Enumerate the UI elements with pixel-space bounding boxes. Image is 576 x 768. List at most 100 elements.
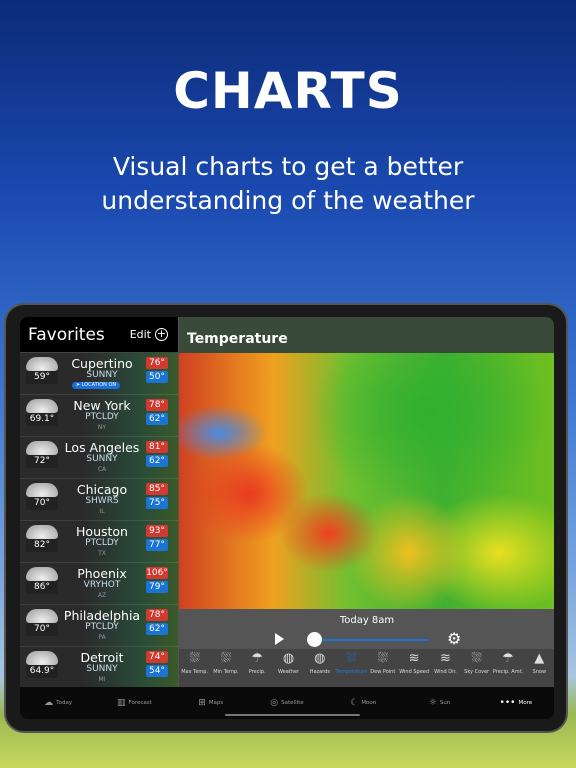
layer-button[interactable]: ⛆ Dew Point [367, 649, 398, 687]
layer-button[interactable]: ⛆ Sky Cover [461, 649, 492, 687]
favorites-title: Favorites [28, 324, 105, 345]
high-temp: 78° [146, 609, 168, 621]
city-row[interactable]: 70° Chicago SHWRS IL 85° 75° [20, 479, 178, 521]
city-row[interactable]: 72° Los Angeles SUNNY CA 81° 62° [20, 437, 178, 479]
city-name: Detroit [80, 650, 124, 665]
layer-button[interactable]: ☂ Precip. Amt. [492, 649, 523, 687]
city-row[interactable]: 59° Cupertino SUNNY ➤ LOCATION ON 76° 50… [20, 353, 178, 395]
layer-label: Precip. Amt. [492, 669, 524, 675]
snow-icon: ▲ [534, 651, 545, 666]
maps-icon: ⊞ [198, 698, 206, 708]
state: IL [99, 508, 105, 515]
city-list: 59° Cupertino SUNNY ➤ LOCATION ON 76° 50… [20, 353, 178, 689]
edit-label: Edit [129, 328, 151, 341]
wind-icon: ≋ [408, 651, 420, 666]
cloud-icon [26, 441, 58, 455]
tab-label: Forecast [128, 700, 152, 706]
current-temp: 64.9° [26, 665, 58, 678]
promo-subtitle: Visual charts to get a better understandi… [0, 150, 576, 218]
umbrella-icon: ☂ [251, 651, 264, 666]
map-icon: ⛆ [471, 651, 482, 666]
city-name: Chicago [76, 482, 128, 497]
play-icon[interactable] [275, 633, 284, 645]
high-temp: 74° [146, 651, 168, 663]
tab-sun[interactable]: ☼ Sun [401, 687, 477, 719]
cloud-icon [26, 609, 58, 623]
tab-label: Sun [439, 700, 451, 706]
current-temp: 59° [26, 371, 58, 384]
layer-label: Temperature [335, 669, 368, 675]
umbrella-icon: ☂ [502, 651, 514, 666]
state: PA [98, 634, 106, 641]
high-temp: 106° [146, 567, 168, 579]
low-temp: 54° [146, 665, 168, 677]
tab-label: Maps [208, 700, 224, 706]
more-icon: ••• [499, 698, 516, 708]
layer-button[interactable]: ⛆ Temperature [335, 649, 367, 687]
high-temp: 81° [146, 441, 168, 453]
slider-handle[interactable] [307, 632, 322, 647]
city-row[interactable]: 69.1° New York PTCLDY NY 78° 62° [20, 395, 178, 437]
condition: SHWRS [85, 496, 119, 506]
layer-label: Snow [532, 669, 547, 675]
chart-title: Temperature [179, 317, 554, 353]
layer-button[interactable]: ▲ Snow [524, 649, 554, 687]
wind-icon: ≋ [439, 651, 451, 666]
layer-button[interactable]: ◍ Hazards [304, 649, 335, 687]
today-icon: ☁ [44, 698, 54, 708]
tab-forecast[interactable]: ▥ Forecast [96, 687, 172, 719]
layer-button[interactable]: ≋ Wind Dir. [430, 649, 461, 687]
city-name: Cupertino [71, 356, 133, 371]
layer-button[interactable]: ⛆ Max Temp. [179, 649, 210, 687]
low-temp: 50° [146, 371, 168, 383]
low-temp: 62° [146, 623, 168, 635]
chart-panel: Temperature Today 8am ⚙ ⛆ Max Temp. ⛆ Min T… [178, 317, 554, 687]
layer-button[interactable]: ☂ Precip. [242, 649, 273, 687]
tab-label: Moon [361, 700, 377, 706]
layer-label: Max Temp. [181, 669, 209, 675]
city-row[interactable]: 82° Houston PTCLDY TX 93° 77° [20, 521, 178, 563]
low-temp: 77° [146, 539, 168, 551]
tab-today[interactable]: ☁ Today [20, 687, 96, 719]
low-temp: 79° [146, 581, 168, 593]
map-icon: ⛆ [220, 651, 232, 666]
cloud-icon [26, 399, 58, 413]
favorites-header: Favorites Edit + [20, 317, 178, 353]
current-temp: 72° [26, 455, 58, 468]
current-temp: 70° [26, 497, 58, 510]
time-slider[interactable] [309, 639, 429, 641]
subtitle-line: Visual charts to get a better [112, 152, 464, 181]
promo-headline: CHARTS [173, 62, 403, 120]
add-icon[interactable]: + [155, 328, 168, 341]
map-icon: ⛆ [346, 651, 357, 666]
condition: SUNNY [86, 370, 118, 380]
city-row[interactable]: 64.9° Detroit SUNNY MI 74° 54° [20, 647, 178, 689]
layer-label: Wind Speed [399, 669, 430, 675]
city-row[interactable]: 86° Phoenix VRYHOT AZ 106° 79° [20, 563, 178, 605]
layer-label: Weather [278, 669, 300, 675]
location-badge-label: LOCATION ON [81, 382, 117, 388]
cloud-icon [26, 651, 58, 665]
condition: PTCLDY [85, 412, 119, 422]
edit-button[interactable]: Edit + [130, 328, 168, 341]
layer-button[interactable]: ≋ Wind Speed [398, 649, 429, 687]
state: NY [97, 424, 107, 431]
sun-icon: ☼ [428, 698, 437, 708]
forecast-icon: ▥ [117, 698, 126, 708]
layer-label: Dew Point [370, 669, 396, 675]
city-name: Philadelphia [63, 608, 141, 623]
state: MI [98, 676, 106, 683]
gear-icon[interactable]: ⚙ [447, 629, 461, 648]
low-temp: 75° [146, 497, 168, 509]
layer-label: Hazards [309, 669, 330, 675]
condition: PTCLDY [85, 538, 119, 548]
temperature-map[interactable] [179, 353, 554, 609]
layer-label: Precip. [248, 669, 266, 675]
current-temp: 86° [26, 581, 58, 594]
state: AZ [97, 592, 107, 599]
layer-label: Sky Cover [464, 669, 490, 675]
city-row[interactable]: 70° Philadelphia PTCLDY PA 78° 62° [20, 605, 178, 647]
layer-button[interactable]: ⛆ Min Temp. [210, 649, 241, 687]
tab-more[interactable]: ••• More [478, 687, 554, 719]
layer-button[interactable]: ◍ Weather [273, 649, 304, 687]
